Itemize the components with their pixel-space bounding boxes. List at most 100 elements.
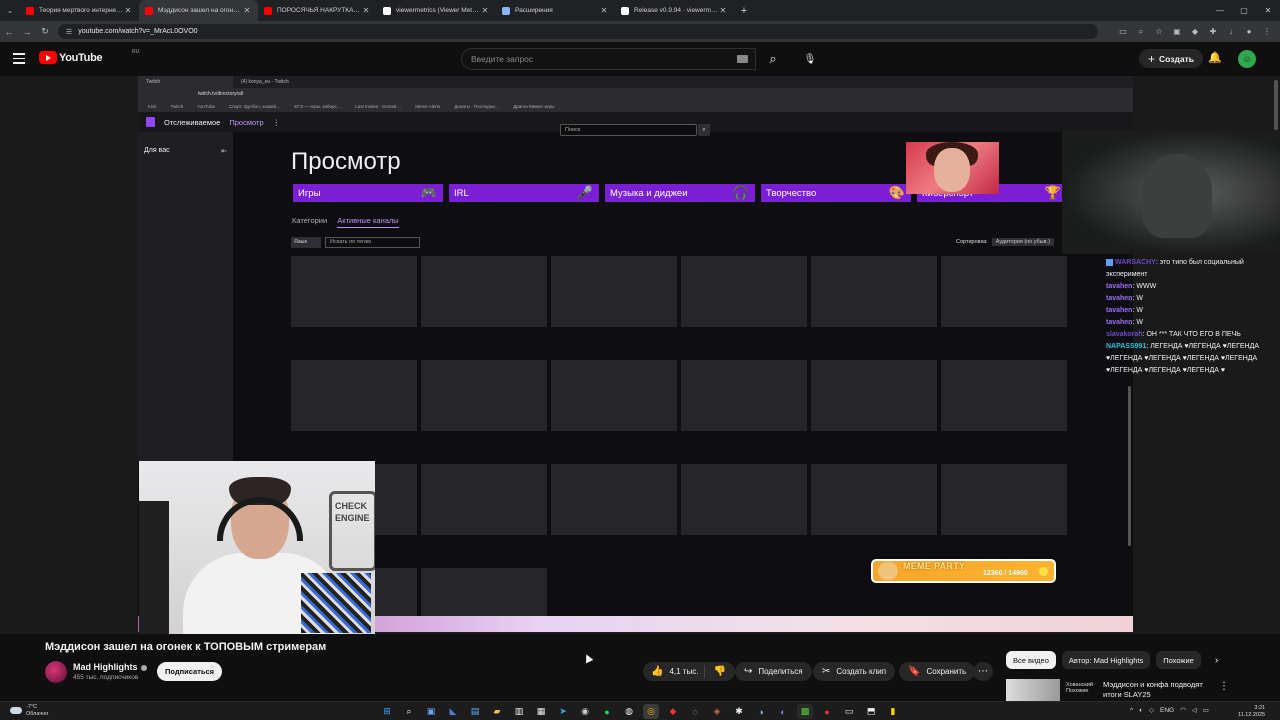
notifications-bell-icon[interactable]: 🔔 <box>1208 51 1222 64</box>
minimize-icon[interactable]: — <box>1208 0 1232 21</box>
app-icon[interactable]: ◍ <box>621 704 637 719</box>
app-icon[interactable]: ▥ <box>511 704 527 719</box>
more-actions-icon[interactable]: ⋯ <box>973 662 993 681</box>
folder-icon[interactable]: ▰ <box>489 704 505 719</box>
new-tab-button[interactable]: + <box>734 5 754 17</box>
tab-close-icon[interactable]: ✕ <box>123 6 133 15</box>
bookmark-star-icon[interactable]: ☆ <box>1150 27 1168 37</box>
calendar-icon[interactable]: ▦ <box>533 704 549 719</box>
hamburger-menu-icon[interactable] <box>13 53 25 67</box>
app-icon[interactable]: ◑ <box>753 704 769 719</box>
browser-tab[interactable]: viewermetrics (Viewer Metrics) ✕ <box>377 0 496 21</box>
app-icon[interactable]: ◆ <box>665 704 681 719</box>
save-button[interactable]: 🔖 Сохранить <box>899 662 976 681</box>
back-icon[interactable]: ← <box>0 27 18 37</box>
minecraft-icon[interactable]: ▩ <box>797 704 813 719</box>
tab-favicon-icon <box>621 6 629 15</box>
app-icon[interactable]: ● <box>819 704 835 719</box>
app-icon[interactable]: ▮ <box>885 704 901 719</box>
steam-icon[interactable]: ◉ <box>577 704 593 719</box>
extension-icon[interactable]: ◆ <box>1186 27 1204 37</box>
app-icon[interactable]: ◣ <box>445 704 461 719</box>
tab-close-icon[interactable]: ✕ <box>599 6 609 15</box>
app-icon[interactable]: ✱ <box>731 704 747 719</box>
stream-card-skeleton <box>421 464 547 535</box>
channel-avatar[interactable] <box>45 661 67 683</box>
tab-search-icon[interactable]: ⌄ <box>0 0 20 21</box>
chat-message: NAPASS991: ЛЕГЕНДА ♥ЛЕГЕНДА ♥ЛЕГЕНДА ♥ЛЕ… <box>1106 343 1259 374</box>
chip-all[interactable]: Все видео <box>1006 651 1056 669</box>
tab-close-icon[interactable]: ✕ <box>480 6 490 15</box>
search-button[interactable]: ⌕ <box>756 48 790 70</box>
menu-icon[interactable]: ⋮ <box>1258 27 1276 37</box>
like-button[interactable]: 👍 4,1 тыс. <box>643 665 705 678</box>
rec-menu-icon[interactable]: ⋮ <box>1219 681 1229 692</box>
search-icon[interactable]: ⌕ <box>401 704 417 719</box>
volume-icon[interactable]: ◁ <box>1192 706 1197 714</box>
create-button[interactable]: + Создать <box>1139 49 1203 68</box>
tray-chevron-icon[interactable]: ^ <box>1130 707 1133 714</box>
page-scrollbar[interactable] <box>1274 80 1278 130</box>
video-player[interactable]: Twitch (4) konya_eu - Twitch twitch.tv/d… <box>0 76 1280 634</box>
chevron-right-icon[interactable]: › <box>1215 655 1218 666</box>
tab-close-icon[interactable]: ✕ <box>718 6 728 15</box>
browser-tab[interactable]: Расширения ✕ <box>496 0 615 21</box>
tab-title: ПОРОСЯЧЬЯ НАКРУТКА ТВИЧ… <box>277 7 361 14</box>
language-indicator[interactable]: ENG <box>1160 707 1174 714</box>
install-icon[interactable]: ▭ <box>1114 27 1132 37</box>
browser-tab[interactable]: ПОРОСЯЧЬЯ НАКРУТКА ТВИЧ…✕ <box>258 0 377 21</box>
reload-icon[interactable]: ↻ <box>36 26 54 37</box>
terminal-icon[interactable]: ▭ <box>841 704 857 719</box>
share-button[interactable]: ↪ Поделиться <box>735 662 812 681</box>
profile-icon[interactable]: ● <box>1240 27 1258 37</box>
coin-icon <box>1039 567 1048 576</box>
app-icon[interactable]: ▤ <box>467 704 483 719</box>
zoom-icon[interactable]: ⌕ <box>1132 27 1150 37</box>
app-icon[interactable]: ⬒ <box>863 704 879 719</box>
dislike-button[interactable]: 👎 <box>705 666 735 677</box>
discord-icon[interactable]: ◐ <box>775 704 791 719</box>
forward-icon[interactable]: → <box>18 27 36 37</box>
url-field[interactable]: ☰ youtube.com/watch?v=_MrAcL0OVO0 <box>58 24 1098 39</box>
rec-title[interactable]: Мэддисон и конфа подводят итоги SLAY25 <box>1103 680 1218 700</box>
battery-icon[interactable]: ▭ <box>1203 706 1209 714</box>
telegram-icon[interactable]: ➤ <box>555 704 571 719</box>
tray-app-icon[interactable]: ◇ <box>1149 706 1154 714</box>
account-avatar[interactable]: ☺ <box>1238 50 1256 68</box>
site-info-icon[interactable]: ☰ <box>66 28 72 36</box>
puzzle-icon[interactable]: ✚ <box>1204 27 1222 37</box>
chip-author[interactable]: Автор: Mad Highlights <box>1061 651 1151 669</box>
channel-name[interactable]: Mad Highlights <box>73 662 147 672</box>
system-clock[interactable]: 3:21 11.12.2025 <box>1238 705 1265 719</box>
search-input[interactable]: Введите запрос <box>461 48 756 70</box>
browser-tab[interactable]: Release v0.9.94 · viewermetric…✕ <box>615 0 734 21</box>
rec-thumbnail[interactable] <box>1006 679 1060 703</box>
app-icon[interactable]: ▣ <box>423 704 439 719</box>
chip-similar[interactable]: Похожие <box>1156 651 1201 669</box>
keyboard-icon[interactable] <box>737 55 748 63</box>
stream-card-skeleton <box>551 256 677 327</box>
tab-close-icon[interactable]: ✕ <box>242 6 252 15</box>
chrome-icon[interactable]: ◎ <box>643 704 659 719</box>
tab-live-channels: Активные каналы <box>337 216 399 228</box>
voice-search-button[interactable]: 🎙 <box>800 49 820 69</box>
app-icon[interactable]: ◈ <box>709 704 725 719</box>
browser-tab[interactable]: Мэддисон зашел на огон… ✕ <box>139 0 258 21</box>
app-icon[interactable]: ◌ <box>687 704 703 719</box>
clip-button[interactable]: ✂ Создать клип <box>813 662 896 681</box>
close-icon[interactable]: ✕ <box>1256 0 1280 21</box>
maximize-icon[interactable]: ▢ <box>1232 0 1256 21</box>
category-label: Игры <box>298 187 321 199</box>
spotify-icon[interactable]: ● <box>599 704 615 719</box>
subscribe-button[interactable]: Подписаться <box>157 662 222 681</box>
browser-tab[interactable]: Теория мертвого интернета к…✕ <box>20 0 139 21</box>
windows-start-icon[interactable]: ⊞ <box>379 704 395 719</box>
youtube-logo[interactable]: YouTube RU <box>39 49 139 64</box>
download-icon[interactable]: ↓ <box>1222 27 1240 37</box>
mic-icon: 🎙 <box>803 53 817 65</box>
tab-close-icon[interactable]: ✕ <box>361 6 371 15</box>
weather-widget[interactable]: -7°C Облачно <box>10 704 48 717</box>
tray-app-icon[interactable]: ◐ <box>1139 707 1143 714</box>
extension-icon[interactable]: ▣ <box>1168 27 1186 37</box>
wifi-icon[interactable]: ◠ <box>1180 706 1186 714</box>
